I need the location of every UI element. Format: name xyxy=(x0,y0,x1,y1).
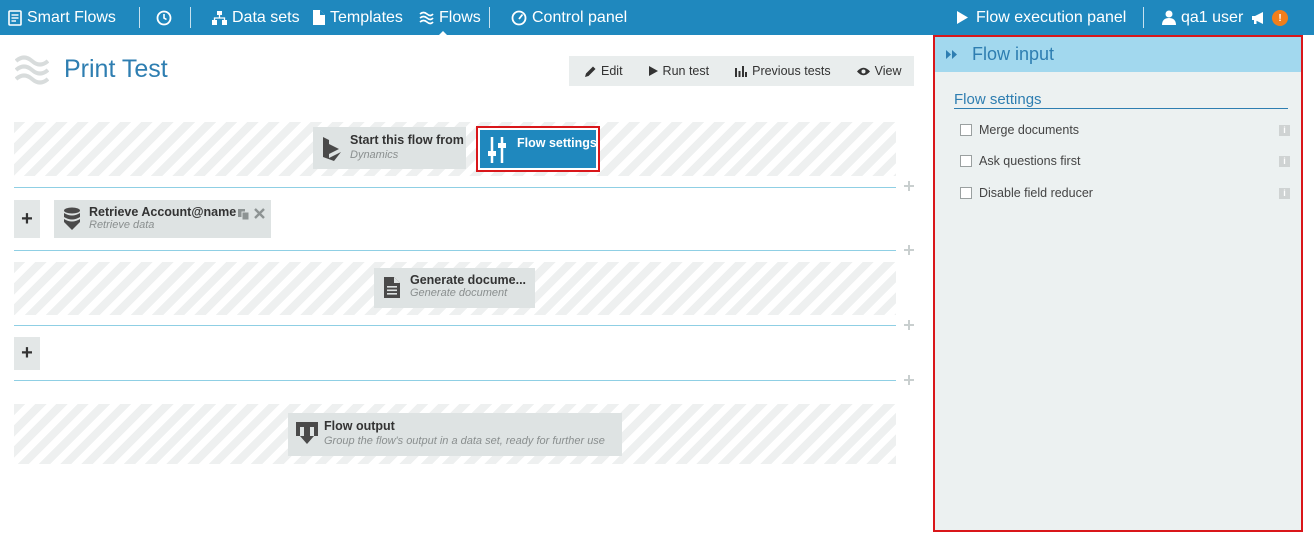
smart-flows-logo-icon xyxy=(8,9,22,26)
nav-flows-label: Flows xyxy=(439,8,481,26)
dashboard-gauge-icon xyxy=(511,10,527,26)
previous-tests-button[interactable]: Previous tests xyxy=(721,56,843,86)
divider xyxy=(1143,7,1144,28)
retrieve-title: Retrieve Account@name xyxy=(89,205,237,219)
flow-settings-inner: Flow settings xyxy=(480,130,597,168)
flow-output-title: Flow output xyxy=(324,419,395,433)
flow-settings-title: Flow settings xyxy=(517,136,597,150)
flow-input-header: Flow input xyxy=(935,37,1301,72)
lane-divider xyxy=(14,250,896,251)
control-panel-link[interactable]: Control panel xyxy=(511,0,627,35)
app-home-link[interactable]: Smart Flows xyxy=(8,0,116,35)
flow-settings-node[interactable]: Flow settings xyxy=(476,126,600,172)
user-icon xyxy=(1162,10,1176,25)
user-name: qa1 user xyxy=(1181,8,1244,26)
generate-document-node[interactable]: Generate docume... Generate document xyxy=(374,268,535,308)
run-test-button[interactable]: Run test xyxy=(635,56,722,86)
notification-badge[interactable]: ! xyxy=(1272,10,1288,26)
user-menu[interactable]: qa1 user xyxy=(1162,0,1243,35)
start-flow-title: Start this flow from xyxy=(350,133,464,147)
delete-icon[interactable] xyxy=(254,206,265,224)
pencil-icon xyxy=(585,66,596,77)
start-flow-subtitle: Dynamics xyxy=(350,149,399,161)
page-title: Print Test xyxy=(64,55,168,83)
active-nav-indicator xyxy=(438,31,448,36)
sliders-icon xyxy=(487,137,509,168)
app-name: Smart Flows xyxy=(27,8,116,26)
merge-documents-option[interactable]: Merge documents i xyxy=(960,121,1290,139)
nav-data-sets-label: Data sets xyxy=(232,8,300,26)
divider xyxy=(190,7,191,28)
document-icon xyxy=(384,277,400,303)
play-icon xyxy=(648,66,658,76)
insert-step-plus-icon[interactable] xyxy=(904,375,914,385)
insert-step-plus-icon[interactable] xyxy=(904,181,914,191)
add-step-button[interactable]: + xyxy=(14,337,40,370)
info-icon[interactable]: i xyxy=(1279,155,1290,167)
nav-data-sets[interactable]: Data sets xyxy=(212,0,300,35)
flow-input-title: Flow input xyxy=(972,44,1055,64)
insert-step-plus-icon[interactable] xyxy=(904,320,914,330)
control-panel-label: Control panel xyxy=(532,8,628,26)
bar-chart-icon xyxy=(735,65,748,77)
flow-settings-section-title: Flow settings xyxy=(954,91,1288,109)
ask-questions-first-option[interactable]: Ask questions first i xyxy=(960,152,1290,170)
retrieve-data-node[interactable]: Retrieve Account@name Retrieve data xyxy=(54,200,271,238)
view-label: View xyxy=(874,64,902,78)
disable-field-reducer-checkbox[interactable] xyxy=(960,187,972,199)
view-button[interactable]: View xyxy=(843,56,914,86)
flow-toolbar: Edit Run test Previous tests View xyxy=(569,56,914,86)
flow-output-subtitle: Group the flow's output in a data set, r… xyxy=(324,435,605,447)
generate-title: Generate docume... xyxy=(410,273,527,287)
download-box-icon xyxy=(296,422,318,451)
divider xyxy=(139,7,140,28)
disable-field-reducer-label: Disable field reducer xyxy=(979,186,1093,200)
lane-divider xyxy=(14,187,896,188)
edit-button[interactable]: Edit xyxy=(569,56,635,86)
lane-divider xyxy=(14,380,896,381)
ask-questions-first-label: Ask questions first xyxy=(979,154,1081,168)
sitemap-icon xyxy=(212,10,227,25)
copy-icon[interactable] xyxy=(238,207,250,225)
lane-divider xyxy=(14,325,896,326)
flow-output-node[interactable]: Flow output Group the flow's output in a… xyxy=(288,413,622,456)
nav-templates-label: Templates xyxy=(330,8,403,26)
info-icon[interactable]: i xyxy=(1279,187,1290,199)
waves-icon xyxy=(419,11,434,25)
generate-subtitle: Generate document xyxy=(410,287,508,299)
insert-step-plus-icon[interactable] xyxy=(904,245,914,255)
nav-flows[interactable]: Flows xyxy=(419,0,481,35)
run-test-label: Run test xyxy=(662,64,710,78)
file-icon xyxy=(313,10,325,25)
merge-documents-checkbox[interactable] xyxy=(960,124,972,136)
collapse-panel-icon[interactable] xyxy=(946,46,958,64)
eye-icon xyxy=(856,67,870,76)
dynamics-icon xyxy=(323,137,341,166)
disable-field-reducer-option[interactable]: Disable field reducer i xyxy=(960,184,1290,202)
flow-execution-panel-button[interactable]: Flow execution panel xyxy=(956,0,1126,35)
top-navigation-bar: Smart Flows Data sets Templates Flows Co… xyxy=(0,0,1314,36)
clock-icon xyxy=(156,10,172,26)
previous-tests-label: Previous tests xyxy=(752,64,831,78)
ask-questions-first-checkbox[interactable] xyxy=(960,155,972,167)
history-button[interactable] xyxy=(156,0,172,35)
merge-documents-label: Merge documents xyxy=(979,123,1080,137)
flow-waves-icon xyxy=(14,54,50,91)
play-icon xyxy=(956,11,968,24)
announcements-button[interactable] xyxy=(1251,0,1267,35)
nav-templates[interactable]: Templates xyxy=(313,0,403,35)
info-icon[interactable]: i xyxy=(1279,124,1290,136)
flow-execution-panel-label: Flow execution panel xyxy=(976,8,1127,26)
add-step-button[interactable]: + xyxy=(14,200,40,238)
divider xyxy=(489,7,490,28)
retrieve-subtitle: Retrieve data xyxy=(89,219,155,231)
start-flow-node[interactable]: Start this flow from Dynamics xyxy=(313,127,466,169)
database-icon xyxy=(63,207,81,236)
flow-input-panel: Flow input Flow settings Merge documents… xyxy=(933,35,1303,532)
megaphone-icon xyxy=(1251,11,1267,25)
edit-label: Edit xyxy=(601,64,623,78)
